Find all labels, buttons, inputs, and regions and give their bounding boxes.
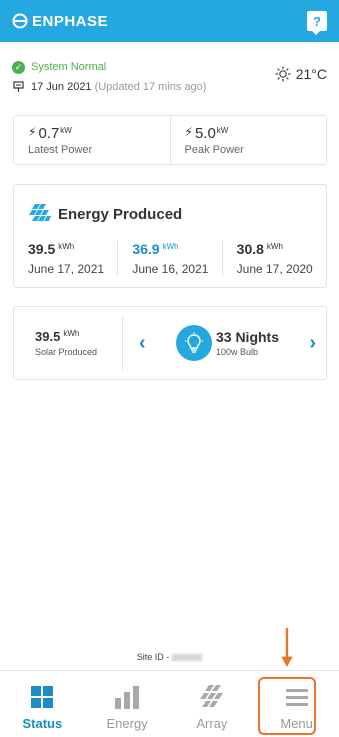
bulb-equivalent: 33 Nights 100w Bulb <box>175 325 279 361</box>
updated-text: (Updated 17 mins ago) <box>94 81 207 93</box>
gateway-icon <box>13 81 24 92</box>
latest-power-value: 0.7 <box>38 125 60 142</box>
power-card[interactable]: ⚡ 0.7 kW Latest Power ⚡ 5.0 kW Peak Powe… <box>13 115 327 165</box>
energy-today-unit: kWh <box>58 242 75 251</box>
chevron-left-icon[interactable]: ‹ <box>139 332 146 355</box>
bottom-navigation: Status Energy Array Menu <box>0 670 339 737</box>
energy-yesterday-value: 36.9 <box>132 241 160 257</box>
energy-today-date: June 17, 2021 <box>28 262 105 276</box>
solar-produced: 39.5 kWh Solar Produced <box>14 329 122 357</box>
solar-produced-unit: kWh <box>63 329 80 338</box>
energy-last-year-value: 30.8 <box>236 241 264 257</box>
temperature: 21°C <box>295 66 327 82</box>
nav-menu[interactable]: Menu <box>254 671 339 737</box>
energy-values: 39.5 kWh June 17, 2021 36.9 kWh June 16,… <box>14 241 326 276</box>
status-text: System Normal <box>31 61 107 73</box>
peak-power-unit: kW <box>216 126 229 135</box>
grid-icon <box>30 684 54 710</box>
latest-power: ⚡ 0.7 kW Latest Power <box>14 116 170 164</box>
bar-chart-icon <box>114 684 140 710</box>
solar-array-icon <box>197 684 227 710</box>
hamburger-menu-icon <box>285 684 308 710</box>
help-button[interactable]: ? <box>307 11 327 35</box>
enphase-logo: ENPHASE <box>12 13 108 30</box>
enphase-logo-icon <box>12 13 28 29</box>
energy-last-year: 30.8 kWh June 17, 2020 <box>221 241 326 276</box>
check-icon: ✓ <box>12 60 25 74</box>
sun-icon <box>275 66 291 82</box>
app-root: ENPHASE ? ✓ System Normal 17 Jun 2021 (U… <box>0 0 339 737</box>
energy-yesterday: 36.9 kWh June 16, 2021 <box>117 241 221 276</box>
latest-power-unit: kW <box>60 126 72 135</box>
energy-yesterday-unit: kWh <box>162 242 179 251</box>
nav-array-label: Array <box>196 716 228 731</box>
lightning-icon: ⚡ <box>28 125 37 139</box>
site-id-label: Site ID - <box>136 652 170 662</box>
chevron-right-icon[interactable]: › <box>309 332 316 355</box>
site-id-redacted <box>172 654 203 662</box>
equivalent-card: 39.5 kWh Solar Produced ‹ 33 Nights 100w… <box>13 306 327 380</box>
light-bulb-icon <box>175 325 212 361</box>
peak-power: ⚡ 5.0 kW Peak Power <box>169 116 327 164</box>
nav-menu-label: Menu <box>280 716 313 731</box>
latest-power-label: Latest Power <box>28 144 93 156</box>
solar-produced-value: 39.5 <box>35 329 61 344</box>
nav-status-label: Status <box>22 716 63 731</box>
peak-power-value: 5.0 <box>194 125 216 142</box>
peak-power-label: Peak Power <box>184 144 244 156</box>
nav-status[interactable]: Status <box>0 671 85 737</box>
nights-count: 33 Nights <box>215 329 279 345</box>
pointer-arrow-icon <box>281 628 293 668</box>
nav-energy[interactable]: Energy <box>85 671 170 737</box>
solar-produced-label: Solar Produced <box>35 347 98 357</box>
bulb-label: 100w Bulb <box>215 347 259 357</box>
energy-yesterday-date: June 16, 2021 <box>132 262 209 276</box>
equivalent-carousel: ‹ 33 Nights 100w Bulb › <box>123 325 326 361</box>
weather: 21°C <box>275 66 327 82</box>
system-status: ✓ System Normal 17 Jun 2021 (Updated 17 … <box>12 58 327 98</box>
energy-today-value: 39.5 <box>28 241 56 257</box>
lightning-icon: ⚡ <box>184 125 193 139</box>
nav-energy-label: Energy <box>106 716 148 731</box>
energy-title: Energy Produced <box>58 205 183 223</box>
solar-panel-icon <box>29 204 51 221</box>
energy-today: 39.5 kWh June 17, 2021 <box>14 241 117 276</box>
nav-array[interactable]: Array <box>170 671 255 737</box>
energy-last-year-date: June 17, 2020 <box>236 262 313 276</box>
status-date: 17 Jun 2021 <box>31 81 92 93</box>
app-header: ENPHASE ? <box>0 0 339 42</box>
energy-last-year-unit: kWh <box>266 242 283 251</box>
energy-produced-card[interactable]: Energy Produced 39.5 kWh June 17, 2021 3… <box>13 184 327 288</box>
energy-title-row: Energy Produced <box>14 185 326 226</box>
brand-name: ENPHASE <box>32 12 109 30</box>
